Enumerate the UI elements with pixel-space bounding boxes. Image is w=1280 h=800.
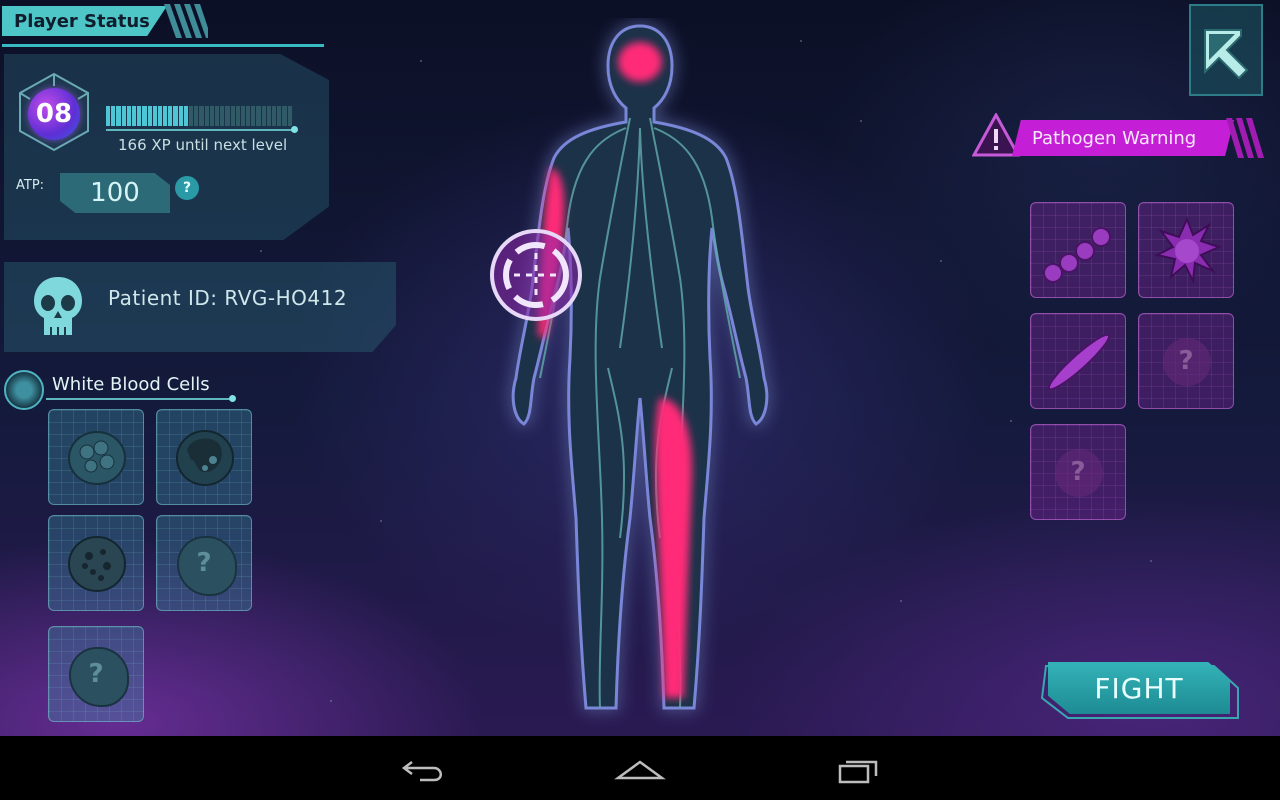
player-status-title: Player Status bbox=[2, 6, 167, 36]
xp-track-line bbox=[106, 129, 296, 131]
xp-segment bbox=[126, 106, 131, 126]
wbc-cell-5[interactable]: ? bbox=[48, 626, 144, 722]
xp-segment bbox=[199, 106, 204, 126]
xp-segment bbox=[147, 106, 152, 126]
fight-button[interactable]: FIGHT bbox=[1048, 662, 1230, 714]
xp-track-dot bbox=[291, 126, 298, 133]
skull-icon bbox=[34, 277, 82, 335]
xp-segment bbox=[137, 106, 142, 126]
xp-progress-bar bbox=[106, 106, 292, 126]
player-status-divider bbox=[2, 44, 324, 47]
pathogen-unknown-2[interactable]: ? bbox=[1030, 424, 1126, 520]
xp-segment bbox=[261, 106, 266, 126]
pathogen-warning-title: Pathogen Warning bbox=[1012, 120, 1234, 156]
xp-segment bbox=[121, 106, 126, 126]
wbc-title-dot bbox=[229, 395, 236, 402]
spiky-virus-icon bbox=[1154, 216, 1222, 285]
human-body-figure bbox=[511, 24, 769, 710]
atp-label: ATP: bbox=[16, 178, 45, 193]
home-button[interactable] bbox=[610, 752, 670, 788]
xp-segment bbox=[106, 106, 111, 126]
white-blood-cells-title: White Blood Cells bbox=[52, 374, 210, 395]
xp-segment bbox=[225, 106, 230, 126]
xp-segment bbox=[251, 106, 256, 126]
locked-question-mark: ? bbox=[1178, 346, 1194, 376]
xp-segment bbox=[272, 106, 277, 126]
home-icon bbox=[614, 760, 666, 780]
xp-segment bbox=[111, 106, 116, 126]
neutrophil-icon bbox=[68, 431, 126, 485]
back-button[interactable] bbox=[394, 752, 454, 788]
xp-segment bbox=[173, 106, 178, 126]
xp-segment bbox=[116, 106, 121, 126]
xp-segment bbox=[204, 106, 209, 126]
xp-segment bbox=[194, 106, 199, 126]
back-icon bbox=[401, 761, 442, 782]
streptococcus-icon bbox=[1043, 227, 1111, 283]
xp-segment bbox=[246, 106, 251, 126]
atp-value: 100 bbox=[60, 173, 170, 213]
monocyte-icon bbox=[176, 430, 234, 486]
locked-question-mark: ? bbox=[88, 659, 104, 689]
wbc-title-underline bbox=[46, 398, 232, 400]
xp-remaining-text: 166 XP until next level bbox=[118, 136, 288, 154]
xp-segment bbox=[230, 106, 235, 126]
pathogen-chain[interactable] bbox=[1030, 202, 1126, 298]
xp-segment bbox=[131, 106, 137, 126]
xp-segment bbox=[282, 106, 287, 126]
wbc-cell-1[interactable] bbox=[48, 409, 144, 505]
recents-button[interactable] bbox=[826, 752, 886, 788]
wbc-cell-2[interactable] bbox=[156, 409, 252, 505]
xp-segment bbox=[287, 106, 292, 126]
pathogen-spiky[interactable] bbox=[1138, 202, 1234, 298]
xp-segment bbox=[163, 106, 168, 126]
xp-segment bbox=[152, 106, 157, 126]
xp-segment bbox=[189, 106, 194, 126]
xp-segment bbox=[178, 106, 183, 126]
xp-segment bbox=[157, 106, 163, 126]
xp-segment bbox=[240, 106, 246, 126]
xp-segment bbox=[266, 106, 271, 126]
xp-segment bbox=[220, 106, 225, 126]
title-stripes-decoration bbox=[164, 4, 208, 38]
infection-target-icon[interactable] bbox=[488, 227, 584, 323]
xp-segment bbox=[277, 106, 282, 126]
recents-icon bbox=[838, 760, 878, 784]
xp-segment bbox=[209, 106, 214, 126]
xp-segment bbox=[235, 106, 240, 126]
atp-help-button[interactable]: ? bbox=[175, 176, 199, 200]
player-level-badge: 08 bbox=[28, 88, 80, 140]
xp-segment bbox=[183, 106, 188, 126]
pathogen-unknown-1[interactable]: ? bbox=[1138, 313, 1234, 409]
map-button[interactable] bbox=[1189, 4, 1263, 96]
xp-segment bbox=[168, 106, 173, 126]
bacillus-icon bbox=[1047, 333, 1111, 391]
xp-segment bbox=[256, 106, 261, 126]
xp-segment bbox=[214, 106, 220, 126]
pathogen-rod[interactable] bbox=[1030, 313, 1126, 409]
wbc-cell-3[interactable] bbox=[48, 515, 144, 611]
pathogen-stripes-decoration bbox=[1226, 118, 1264, 158]
wbc-cell-4[interactable]: ? bbox=[156, 515, 252, 611]
locked-question-mark: ? bbox=[196, 548, 212, 578]
warning-triangle-icon bbox=[972, 113, 1020, 157]
eosinophil-icon bbox=[68, 536, 126, 592]
white-blood-cell-icon bbox=[4, 370, 44, 410]
map-icon bbox=[1204, 29, 1249, 80]
patient-id-text: Patient ID: RVG-HO412 bbox=[108, 286, 348, 310]
locked-question-mark: ? bbox=[1070, 457, 1086, 487]
xp-segment bbox=[142, 106, 147, 126]
